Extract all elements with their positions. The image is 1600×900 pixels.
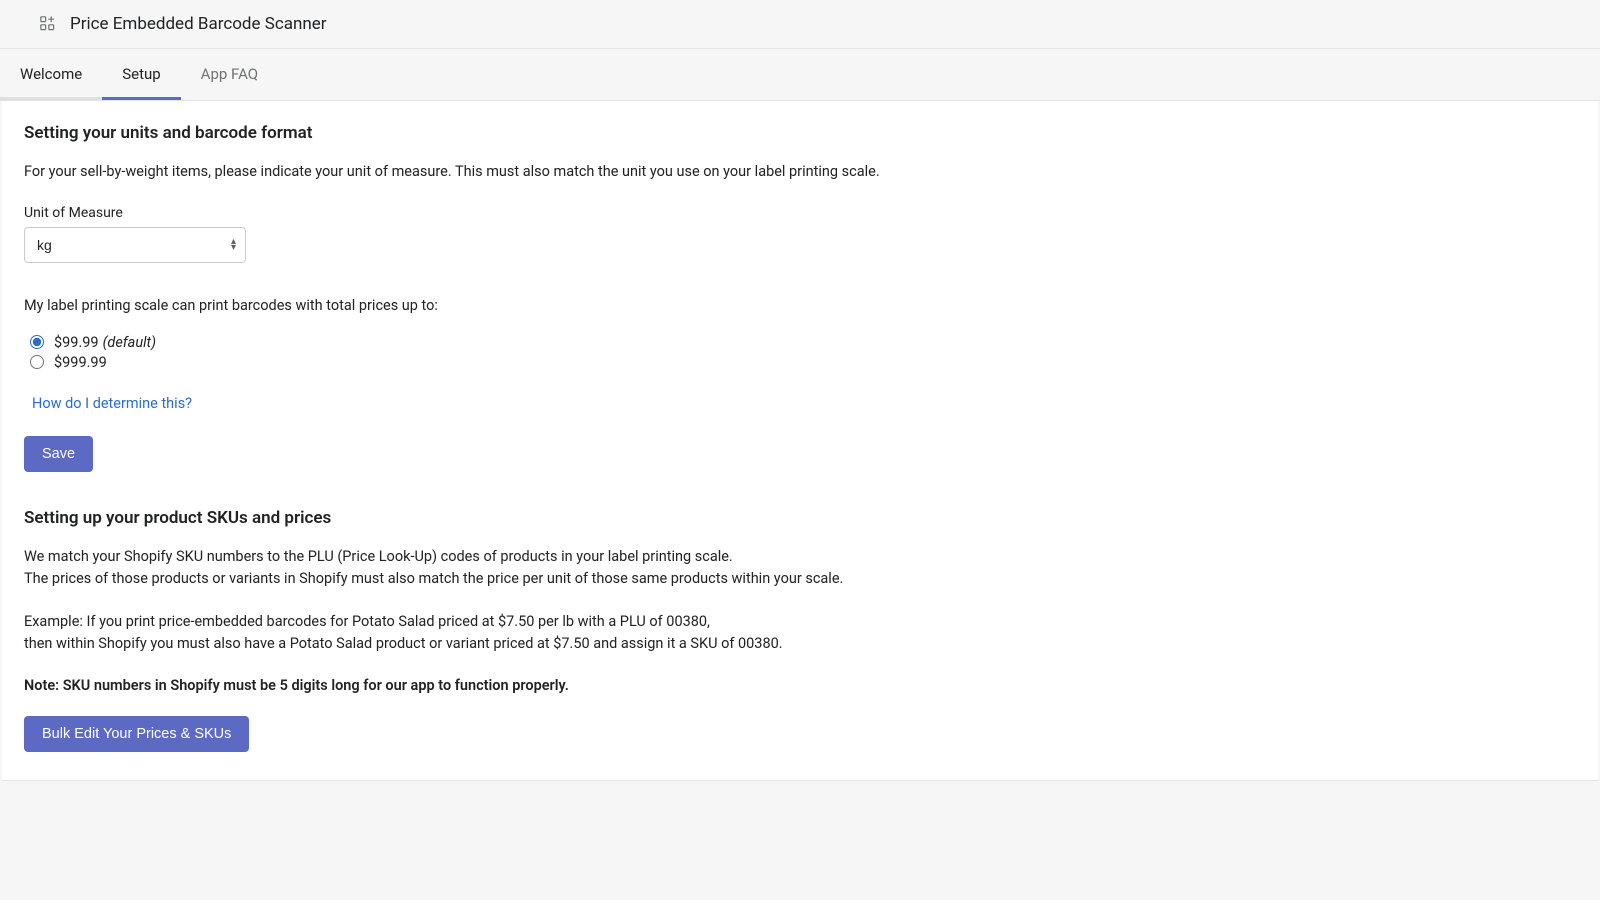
app-header: Price Embedded Barcode Scanner <box>0 0 1600 49</box>
save-button[interactable]: Save <box>24 436 93 472</box>
unit-of-measure-select[interactable]: kg <box>24 227 246 263</box>
section2-para2-line1: Example: If you print price-embedded bar… <box>24 611 1576 633</box>
tabs: Welcome Setup App FAQ <box>0 49 1600 101</box>
section2-heading: Setting up your product SKUs and prices <box>24 508 1576 528</box>
app-title: Price Embedded Barcode Scanner <box>70 14 327 34</box>
tab-setup[interactable]: Setup <box>102 49 180 100</box>
section2-para1-line1: We match your Shopify SKU numbers to the… <box>24 546 1576 568</box>
price-cap-option-99999[interactable]: $999.99 <box>30 354 1576 371</box>
section2: Setting up your product SKUs and prices … <box>24 508 1576 752</box>
section2-para1-line2: The prices of those products or variants… <box>24 568 1576 590</box>
price-cap-radio-99999[interactable] <box>30 355 44 369</box>
price-cap-radio-9999[interactable] <box>30 335 44 349</box>
price-cap-radio-group: $99.99 (default) $999.99 <box>30 334 1576 371</box>
section2-para2: Example: If you print price-embedded bar… <box>24 611 1576 655</box>
section2-para2-line2: then within Shopify you must also have a… <box>24 633 1576 655</box>
section2-para1: We match your Shopify SKU numbers to the… <box>24 546 1576 590</box>
tab-welcome[interactable]: Welcome <box>0 49 102 100</box>
content: Setting your units and barcode format Fo… <box>2 101 1598 781</box>
price-cap-question: My label printing scale can print barcod… <box>24 297 1576 314</box>
price-cap-suffix-9999: (default) <box>103 334 156 351</box>
price-cap-label-99999: $999.99 <box>54 354 107 371</box>
section1-desc: For your sell-by-weight items, please in… <box>24 161 1576 183</box>
price-cap-option-9999[interactable]: $99.99 (default) <box>30 334 1576 351</box>
price-cap-label-9999: $99.99 <box>54 334 99 351</box>
tab-faq[interactable]: App FAQ <box>181 49 278 100</box>
app-icon <box>38 14 58 34</box>
section1-heading: Setting your units and barcode format <box>24 123 1576 143</box>
section2-note: Note: SKU numbers in Shopify must be 5 d… <box>24 677 1576 694</box>
unit-of-measure-label: Unit of Measure <box>24 205 1576 221</box>
bulk-edit-button[interactable]: Bulk Edit Your Prices & SKUs <box>24 716 249 752</box>
unit-select-wrapper: kg ▴▾ <box>24 227 246 263</box>
determine-help-link[interactable]: How do I determine this? <box>32 395 192 412</box>
